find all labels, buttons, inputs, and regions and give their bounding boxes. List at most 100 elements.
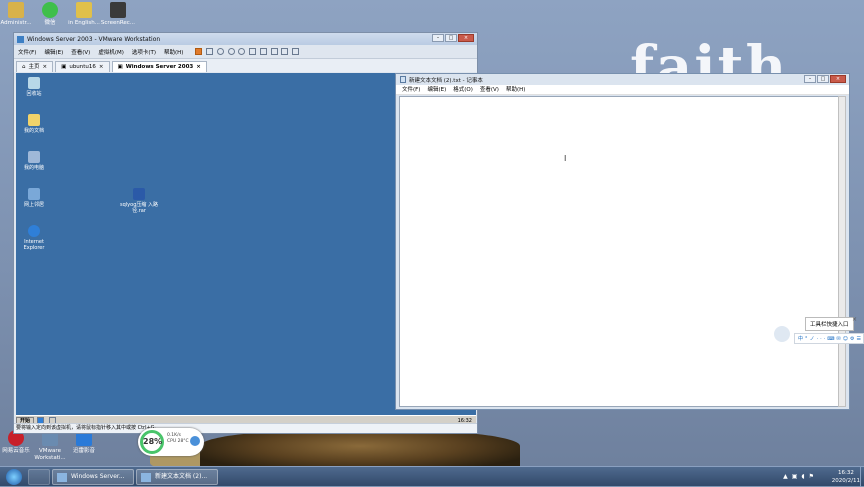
system-tray: ▲ ▣ ◖ ⚑ [783,473,814,480]
notepad-icon [141,472,151,482]
show-desktop-button[interactable] [860,467,864,487]
menu-view[interactable]: 查看(V) [71,48,90,56]
menu-vm[interactable]: 虚拟机(M) [98,48,124,56]
vmware-icon [57,472,67,482]
revert-snapshot-icon[interactable] [227,48,235,55]
mail-icon[interactable]: ✉ [837,336,841,342]
notepad-title: 新建文本文档 (2).txt - 记事本 [409,77,483,84]
guest-icon-network-places[interactable]: 网上邻居 [14,188,54,208]
maximize-button[interactable]: □ [445,34,457,42]
menu-file[interactable]: 文件(F) [402,85,420,94]
toolbar [195,48,301,55]
toolbar-tooltip: 工具栏快捷入口 [805,317,854,331]
ime-dot-icon[interactable]: · [820,336,822,342]
tab-close-icon[interactable]: × [43,62,48,72]
internet-explorer-icon [28,225,40,237]
network-icon [28,188,40,200]
ime-dot-icon[interactable]: · [817,336,819,342]
home-icon: ⌂ [22,64,26,70]
vm-icon: ▣ [117,64,123,70]
start-button[interactable] [6,468,22,485]
thumbnail-icon[interactable] [259,48,267,55]
accelerate-icon[interactable] [190,436,200,446]
rar-archive-icon [133,188,145,200]
close-button[interactable]: × [830,75,846,83]
screen-recorder-icon [110,2,126,18]
menu-icon[interactable]: ☰ [856,336,860,342]
clock[interactable]: 16:32 2020/2/11 [832,469,860,485]
close-button[interactable]: × [458,34,474,42]
cpu-usage-ring: 28% [140,430,164,454]
tray-flag-icon[interactable]: ⚑ [809,473,814,480]
status-text: 要将输入定向到该虚拟机，请将鼠标指针移入其中或按 Ctrl+G。 [16,425,160,431]
maximize-button[interactable]: □ [817,75,829,83]
tray-volume-icon[interactable]: ◖ [801,473,804,480]
menu-help[interactable]: 帮助(H) [164,48,183,56]
folder-icon [8,2,24,18]
tab-close-icon[interactable]: × [196,62,201,72]
tray-up-arrow-icon[interactable]: ▲ [783,473,788,480]
cpu-temperature: CPU 28°C [167,439,189,444]
notepad-titlebar[interactable]: 新建文本文档 (2).txt - 记事本 – □ × [396,74,849,85]
notepad-text-area[interactable] [399,96,840,407]
tab-home[interactable]: ⌂ 主页 × [16,61,54,72]
taskbar: Windows Server... 新建文本文档 (2)... ▲ ▣ ◖ ⚑ … [0,466,864,487]
ime-half-full-icon[interactable]: ノ [810,335,815,342]
settings-icon[interactable]: ⚙ [850,336,854,342]
menu-view[interactable]: 查看(V) [480,85,499,94]
minimize-button[interactable]: – [432,34,444,42]
notepad-menubar: 文件(F) 编辑(E) 格式(O) 查看(V) 帮助(H) [396,85,849,95]
recycle-bin-icon [28,77,40,89]
vm-icon: ▣ [61,64,67,70]
tab-windows-server-2003[interactable]: ▣ Windows Server 2003 × [111,61,207,72]
guest-icon-my-computer[interactable]: 我的电脑 [14,151,54,171]
close-icon[interactable]: × [852,316,862,326]
avatar[interactable] [772,324,792,344]
menu-file[interactable]: 文件(F) [18,48,36,56]
menu-edit[interactable]: 编辑(E) [44,48,63,56]
guest-icon-recycle-bin[interactable]: 回收站 [14,77,54,97]
menu-tabs[interactable]: 选项卡(T) [132,48,156,56]
clock-date: 2020/2/11 [831,478,860,484]
library-icon[interactable] [249,48,257,55]
snapshot-icon[interactable] [216,48,224,55]
vmware-menubar: 文件(F) 编辑(E) 查看(V) 虚拟机(M) 选项卡(T) 帮助(H) [14,45,477,59]
menu-format[interactable]: 格式(O) [453,85,473,94]
vmware-statusbar: 要将输入定向到该虚拟机，请将鼠标指针移入其中或按 Ctrl+G。 [14,423,477,433]
ime-punct-icon[interactable]: ° [805,336,808,342]
pause-icon[interactable] [195,48,203,55]
clock-time: 16:32 [837,470,854,476]
snapshot-manager-icon[interactable] [238,48,246,55]
wechat-icon [42,2,58,18]
unity-icon[interactable] [281,48,289,55]
send-ctrl-alt-del-icon[interactable] [206,48,214,55]
vmware-tabbar: ⌂ 主页 × ▣ ubuntu16 × ▣ Windows Server 2003 × [14,59,477,72]
desktop-icon-screenrec[interactable]: ScreenRec... [98,2,138,27]
tab-ubuntu16[interactable]: ▣ ubuntu16 × [55,61,110,72]
notepad-scrollbar[interactable] [838,96,846,407]
taskbar-task-vmware[interactable]: Windows Server... [52,468,134,485]
pinned-explorer-icon[interactable] [28,468,50,485]
ime-toolbar: 中 ° ノ · · · ⌨ ✉ ☺ ⚙ ☰ [794,333,864,344]
menu-help[interactable]: 帮助(H) [506,85,525,94]
menu-edit[interactable]: 编辑(E) [427,85,446,94]
tray-network-icon[interactable]: ▣ [792,473,798,480]
keyboard-icon[interactable]: ⌨ [827,336,834,342]
ime-chinese-toggle[interactable]: 中 [798,335,803,342]
system-monitor-widget[interactable]: 28% 0.1K/s CPU 28°C [138,428,204,456]
minimize-button[interactable]: – [804,75,816,83]
guest-icon-internet-explorer[interactable]: Internet Explorer [14,225,54,251]
vmware-titlebar[interactable]: Windows Server 2003 - VMware Workstation… [14,33,477,45]
notepad-app-icon [400,76,406,83]
ime-dot-icon[interactable]: · [824,336,826,342]
tab-close-icon[interactable]: × [99,62,104,72]
guest-icon-sqlyog-rar[interactable]: sqlyog压缩 入路径.rar [116,188,162,214]
guest-icon-my-documents[interactable]: 我的文档 [14,114,54,134]
taskbar-task-notepad[interactable]: 新建文本文档 (2)... [136,468,218,485]
fullscreen-icon[interactable] [270,48,278,55]
vmware-title: Windows Server 2003 - VMware Workstation [27,35,161,43]
console-view-icon[interactable] [292,48,300,55]
emoji-icon[interactable]: ☺ [843,336,848,342]
notepad-window: 新建文本文档 (2).txt - 记事本 – □ × 文件(F) 编辑(E) 格… [395,73,850,410]
vmware-app-icon [17,35,24,43]
